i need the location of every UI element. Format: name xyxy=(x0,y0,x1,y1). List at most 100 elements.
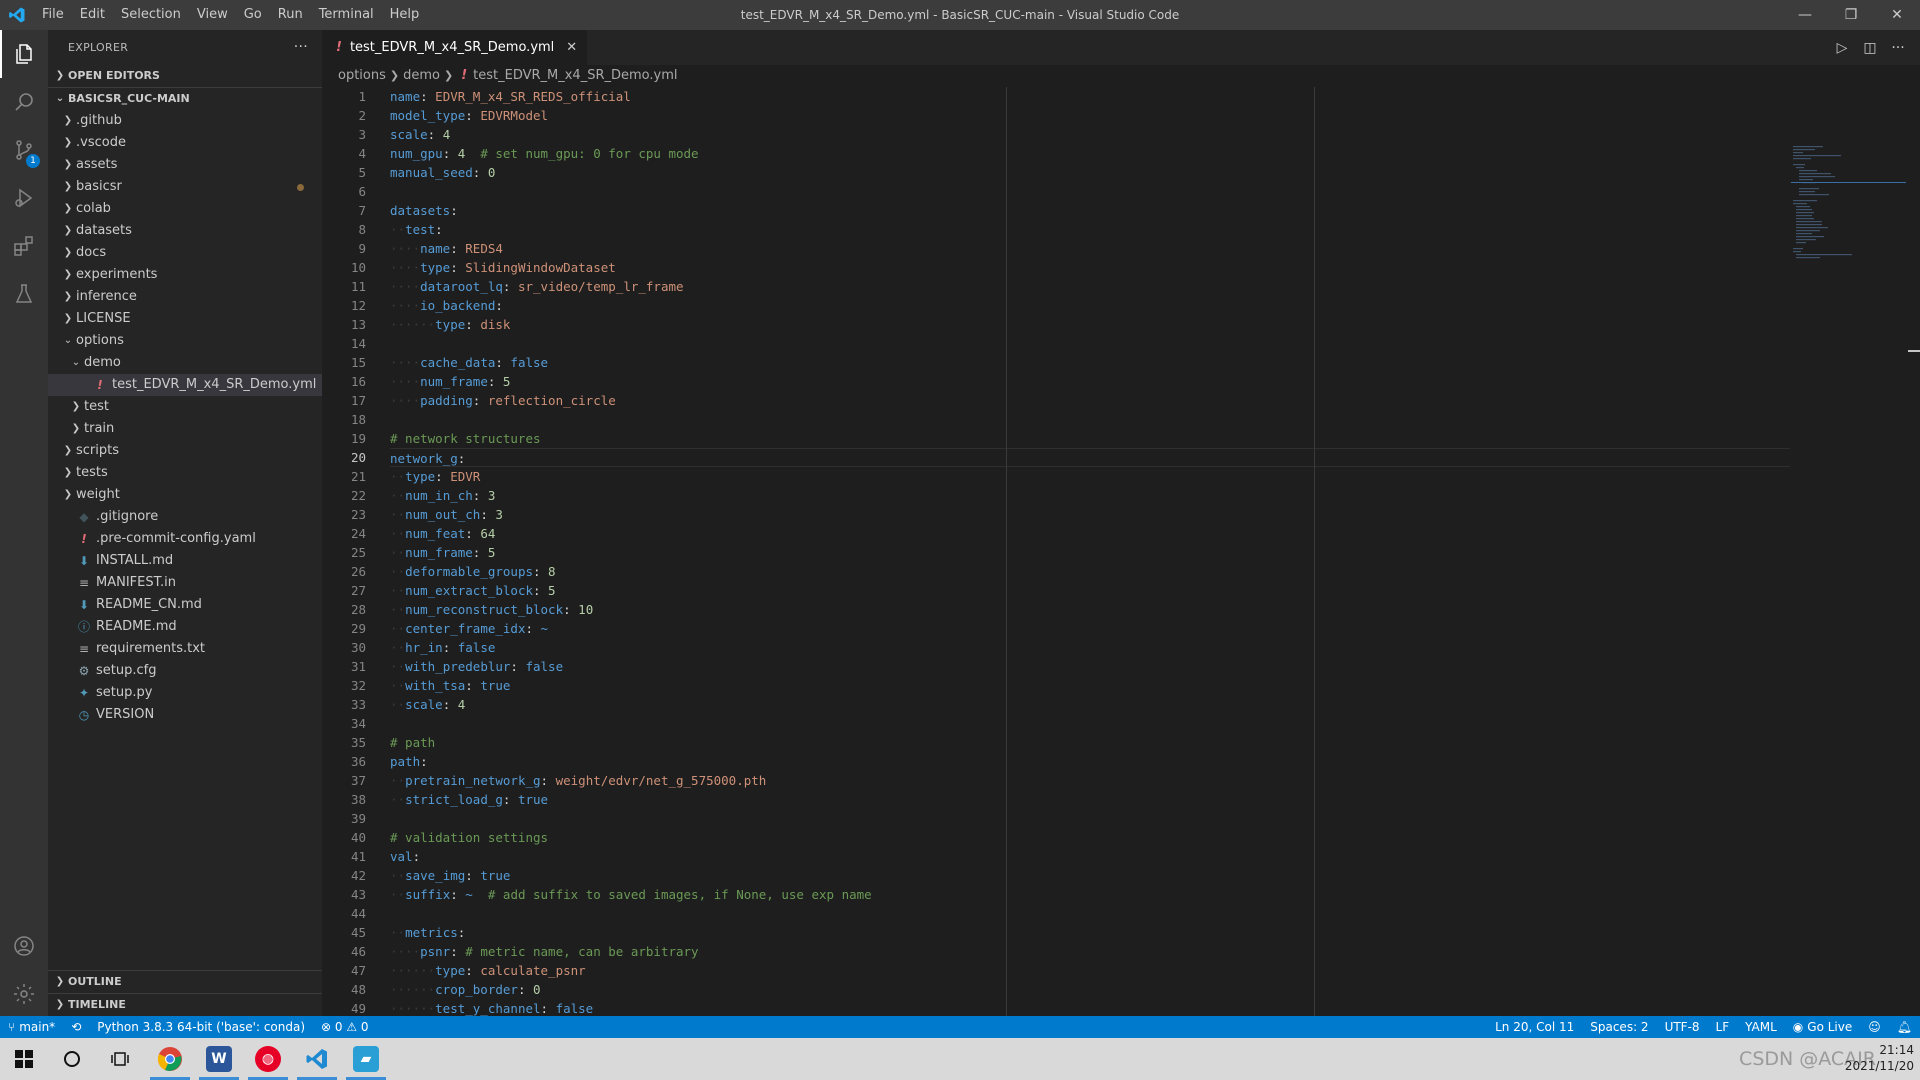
minimize-button[interactable]: — xyxy=(1782,0,1828,30)
code-line[interactable]: # validation settings xyxy=(390,828,1790,847)
tree-item[interactable]: ≡ MANIFEST.in xyxy=(48,572,322,594)
menu-help[interactable]: Help xyxy=(382,0,428,30)
code-line[interactable]: ··with_predeblur: false xyxy=(390,657,1790,676)
open-editors-section[interactable]: ❯ OPEN EDITORS xyxy=(48,65,322,87)
tree-item[interactable]: ◆ .gitignore xyxy=(48,506,322,528)
code-line[interactable]: ····num_frame: 5 xyxy=(390,372,1790,391)
code-line[interactable] xyxy=(390,410,1790,429)
encoding-status[interactable]: UTF-8 xyxy=(1657,1016,1708,1038)
code-line[interactable]: name: EDVR_M_x4_SR_REDS_official xyxy=(390,87,1790,106)
menu-terminal[interactable]: Terminal xyxy=(311,0,382,30)
editor-scrollbar[interactable] xyxy=(1906,144,1920,1016)
windows-start-icon[interactable] xyxy=(0,1038,48,1080)
extensions-icon[interactable] xyxy=(0,222,48,270)
tree-item[interactable]: ⌄ options xyxy=(48,330,322,352)
menu-selection[interactable]: Selection xyxy=(113,0,189,30)
testing-icon[interactable] xyxy=(0,270,48,318)
source-control-icon[interactable]: 1 xyxy=(0,126,48,174)
code-line[interactable]: ····name: REDS4 xyxy=(390,239,1790,258)
system-clock[interactable]: 21:14 2021/11/20 xyxy=(1845,1042,1914,1074)
accounts-icon[interactable] xyxy=(0,922,48,970)
tree-item[interactable]: ⚙ setup.cfg xyxy=(48,660,322,682)
code-line[interactable]: ··deformable_groups: 8 xyxy=(390,562,1790,581)
problems-status[interactable]: ⊗ 0 ⚠ 0 xyxy=(313,1016,377,1038)
chrome-icon[interactable] xyxy=(146,1038,194,1080)
tree-item[interactable]: ≡ requirements.txt xyxy=(48,638,322,660)
tree-item[interactable]: ⓘ README.md xyxy=(48,616,322,638)
code-editor[interactable]: 1 2 3 4 5 6 7 8 9 10 11 12 13 14 15 16 17 18 19 20 21 22 23 24 2… xyxy=(322,87,1920,1016)
code-line[interactable]: ··num_reconstruct_block: 10 xyxy=(390,600,1790,619)
tree-item[interactable]: ❯ assets xyxy=(48,154,322,176)
eol-status[interactable]: LF xyxy=(1708,1016,1738,1038)
code-line[interactable]: ······test_y_channel: false xyxy=(390,999,1790,1016)
code-line[interactable]: val: xyxy=(390,847,1790,866)
code-line[interactable]: ··save_img: true xyxy=(390,866,1790,885)
code-line[interactable]: ··metrics: xyxy=(390,923,1790,942)
explorer-icon[interactable] xyxy=(0,30,48,78)
go-live-status[interactable]: ◉ Go Live xyxy=(1785,1016,1860,1038)
code-line[interactable]: ····io_backend: xyxy=(390,296,1790,315)
search-icon[interactable] xyxy=(0,78,48,126)
code-line[interactable]: ··num_in_ch: 3 xyxy=(390,486,1790,505)
run-icon[interactable]: ▷ xyxy=(1828,40,1856,56)
breadcrumb-item[interactable]: test_EDVR_M_x4_SR_Demo.yml xyxy=(473,65,677,87)
tree-item[interactable]: ⌄ demo xyxy=(48,352,322,374)
tree-item[interactable]: ❯ .vscode xyxy=(48,132,322,154)
tree-item[interactable]: ⬇ README_CN.md xyxy=(48,594,322,616)
code-line[interactable]: ··num_extract_block: 5 xyxy=(390,581,1790,600)
breadcrumb-item[interactable]: options xyxy=(338,65,386,87)
code-line[interactable]: model_type: EDVRModel xyxy=(390,106,1790,125)
code-line[interactable] xyxy=(390,904,1790,923)
code-line[interactable]: datasets: xyxy=(390,201,1790,220)
code-line[interactable]: ··scale: 4 xyxy=(390,695,1790,714)
menu-view[interactable]: View xyxy=(189,0,236,30)
code-line[interactable]: scale: 4 xyxy=(390,125,1790,144)
feedback-status[interactable]: ☺ xyxy=(1860,1016,1889,1038)
code-line[interactable]: ······crop_border: 0 xyxy=(390,980,1790,999)
tree-item[interactable]: ❯ datasets xyxy=(48,220,322,242)
tree-item[interactable]: ✦ setup.py xyxy=(48,682,322,704)
code-line[interactable]: ······type: calculate_psnr xyxy=(390,961,1790,980)
tree-item[interactable]: ❯ basicsr xyxy=(48,176,322,198)
cortana-icon[interactable] xyxy=(48,1038,96,1080)
app-icon[interactable]: ▰ xyxy=(342,1038,390,1080)
code-line[interactable]: ··with_tsa: true xyxy=(390,676,1790,695)
minimap[interactable] xyxy=(1791,144,1906,264)
code-line[interactable]: ··num_out_ch: 3 xyxy=(390,505,1790,524)
menu-run[interactable]: Run xyxy=(270,0,311,30)
tree-item[interactable]: ❯ colab xyxy=(48,198,322,220)
sync-status[interactable]: ⟲ xyxy=(63,1016,89,1038)
code-line[interactable]: ··hr_in: false xyxy=(390,638,1790,657)
code-line[interactable]: manual_seed: 0 xyxy=(390,163,1790,182)
close-window-button[interactable]: ✕ xyxy=(1874,0,1920,30)
cursor-position-status[interactable]: Ln 20, Col 11 xyxy=(1487,1016,1582,1038)
python-interpreter-status[interactable]: Python 3.8.3 64-bit ('base': conda) xyxy=(89,1016,313,1038)
outline-section[interactable]: ❯ OUTLINE xyxy=(48,971,322,993)
tree-item[interactable]: ❯ inference xyxy=(48,286,322,308)
code-line[interactable]: ····dataroot_lq: sr_video/temp_lr_frame xyxy=(390,277,1790,296)
explorer-more-button[interactable]: ··· xyxy=(294,30,308,65)
tree-item[interactable]: ❯ experiments xyxy=(48,264,322,286)
indentation-status[interactable]: Spaces: 2 xyxy=(1582,1016,1656,1038)
code-line[interactable]: ··strict_load_g: true xyxy=(390,790,1790,809)
code-line[interactable]: path: xyxy=(390,752,1790,771)
code-line[interactable]: ····cache_data: false xyxy=(390,353,1790,372)
tree-item[interactable]: ❯ test xyxy=(48,396,322,418)
settings-gear-icon[interactable] xyxy=(0,970,48,1018)
tree-item[interactable]: ❯ weight xyxy=(48,484,322,506)
tree-item[interactable]: ❯ train xyxy=(48,418,322,440)
tree-item[interactable]: ❯ docs xyxy=(48,242,322,264)
code-line[interactable]: ··test: xyxy=(390,220,1790,239)
code-line[interactable]: ··num_feat: 64 xyxy=(390,524,1790,543)
breadcrumb-item[interactable]: demo xyxy=(403,65,440,87)
tab-test-edvr-yml[interactable]: ! test_EDVR_M_x4_SR_Demo.yml ✕ xyxy=(322,30,588,65)
code-line[interactable]: ····type: SlidingWindowDataset xyxy=(390,258,1790,277)
tree-item[interactable]: ❯ tests xyxy=(48,462,322,484)
vscode-icon[interactable] xyxy=(293,1038,341,1080)
tree-item[interactable]: ! test_EDVR_M_x4_SR_Demo.yml xyxy=(48,374,322,396)
workspace-root-section[interactable]: ⌄ BASICSR_CUC-MAIN xyxy=(48,87,322,110)
code-line[interactable] xyxy=(390,182,1790,201)
notifications-status[interactable]: 🔔︎ xyxy=(1889,1016,1920,1038)
word-icon[interactable]: W xyxy=(195,1038,243,1080)
code-line[interactable]: num_gpu: 4 # set num_gpu: 0 for cpu mode xyxy=(390,144,1790,163)
